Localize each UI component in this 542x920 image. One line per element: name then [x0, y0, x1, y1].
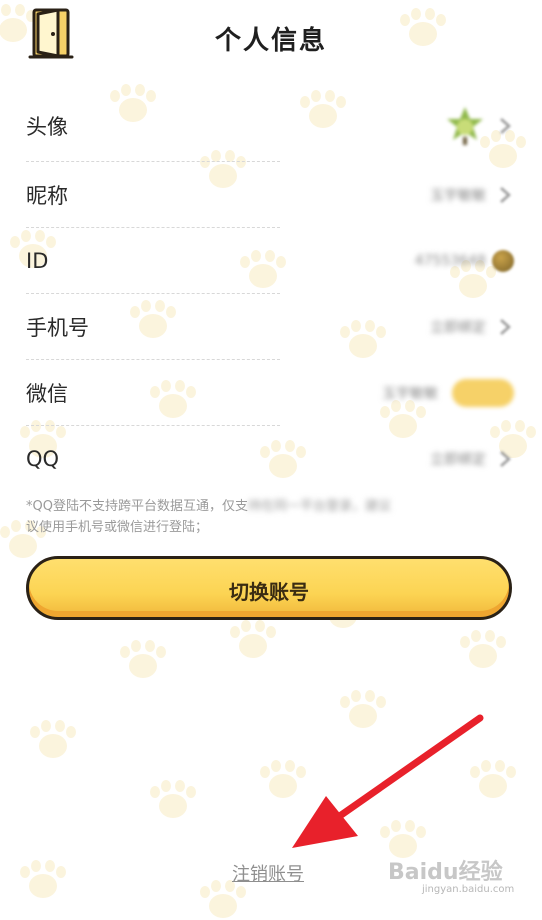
row-nickname[interactable]: 昵称 玉宇敏敏 [26, 162, 516, 228]
note-visible-text: *QQ登陆不支持跨平台数据互通，仅支 [26, 499, 248, 514]
paw-icon [230, 620, 276, 660]
header: 个人信息 [0, 0, 542, 84]
switch-account-label: 切换账号 [229, 580, 309, 604]
paw-icon [120, 640, 166, 680]
paw-icon [460, 630, 506, 670]
phone-value: 立即绑定 [430, 320, 486, 336]
paw-icon [200, 880, 246, 920]
wechat-value: 玉宇敏敏 [382, 386, 438, 402]
row-wechat[interactable]: 微信 玉宇敏敏 [26, 360, 516, 426]
row-label: 微信 [26, 382, 68, 406]
paw-icon [260, 760, 306, 800]
row-label: ID [26, 249, 49, 273]
note-blurred-text: 持在同一平台登录，建议 [247, 499, 391, 514]
chevron-right-icon [500, 451, 511, 467]
row-label: 手机号 [26, 316, 89, 340]
red-arrow-annotation [292, 714, 484, 848]
row-phone[interactable]: 手机号 立即绑定 [26, 294, 516, 360]
row-label: 昵称 [26, 184, 68, 208]
chevron-right-icon [500, 118, 511, 134]
paw-icon [380, 820, 426, 860]
note-line2: 议使用手机号或微信进行登陆； [26, 520, 209, 535]
avatar [442, 103, 488, 149]
chevron-right-icon [500, 187, 511, 203]
qq-value: 立即绑定 [430, 452, 486, 468]
row-qq[interactable]: QQ 立即绑定 [26, 426, 516, 492]
paw-icon [470, 760, 516, 800]
nickname-value: 玉宇敏敏 [430, 188, 486, 204]
page-title: 个人信息 [214, 26, 327, 56]
paw-icon [30, 720, 76, 760]
qq-login-note: *QQ登陆不支持跨平台数据互通，仅支持在同一平台登录，建议 议使用手机号或微信进… [26, 496, 516, 538]
copy-icon[interactable] [492, 250, 514, 272]
paw-icon [340, 690, 386, 730]
row-avatar[interactable]: 头像 [26, 90, 516, 162]
row-label: 头像 [26, 115, 68, 139]
unbind-button[interactable] [452, 379, 514, 407]
cancel-account-link[interactable]: 注销账号 [0, 860, 536, 886]
row-id[interactable]: ID 47553648 [26, 228, 516, 294]
id-value: 47553648 [414, 253, 486, 269]
switch-account-button[interactable]: 切换账号 [26, 556, 512, 620]
chevron-right-icon [500, 319, 511, 335]
paw-icon [150, 780, 196, 820]
row-label: QQ [26, 447, 60, 471]
